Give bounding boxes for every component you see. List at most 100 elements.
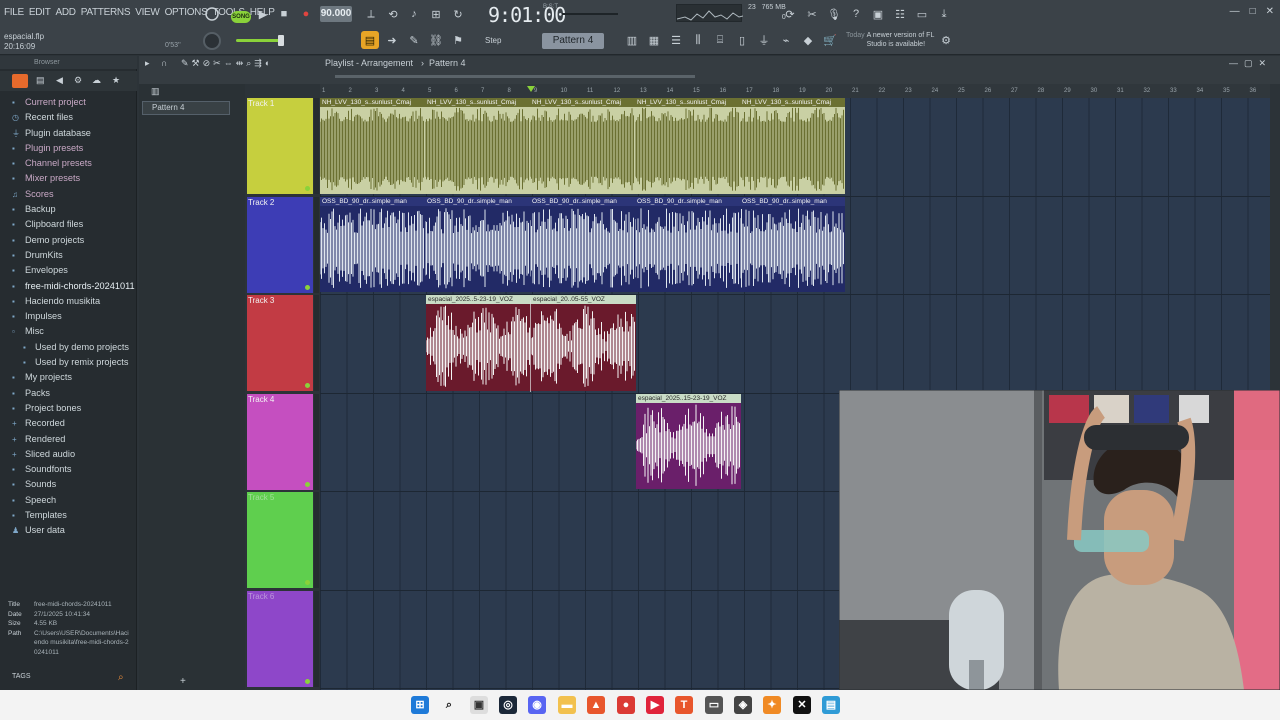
track-resize-strip[interactable]: [314, 492, 319, 588]
track-resize-strip[interactable]: [314, 98, 319, 194]
pattern-song-icon[interactable]: ▤: [361, 31, 379, 49]
browser-item[interactable]: ♟ User data: [0, 523, 137, 538]
browser-item[interactable]: ▪ Clipboard files: [0, 217, 137, 232]
discord-icon[interactable]: ◉: [528, 696, 546, 714]
pattern-selector[interactable]: Pattern 4: [542, 33, 604, 49]
timeline-ruler[interactable]: 1 2 3 4 5 6 7 8 9 10 11 12 13 14 15 16 17 18 19 20 21 22 23 24 2…: [320, 84, 1270, 98]
browser-item[interactable]: ▪ Envelopes: [0, 263, 137, 278]
track-header[interactable]: Track 6: [247, 590, 313, 687]
browser-item[interactable]: ▪ Speech: [0, 493, 137, 508]
pattern-item[interactable]: Pattern 4: [142, 101, 230, 115]
browser-item[interactable]: ▪ Backup: [0, 202, 137, 217]
countdown-icon[interactable]: ⟲: [384, 5, 402, 23]
track-header[interactable]: Track 3: [247, 295, 313, 391]
browser-view-icon[interactable]: ⌸: [711, 31, 729, 49]
capcut-icon[interactable]: ✕: [793, 696, 811, 714]
audio-clip[interactable]: OSS_BD_90_dr..simple_man: [635, 196, 740, 292]
playlist-icon[interactable]: ▥: [623, 31, 641, 49]
browser-item[interactable]: ▪ Sounds: [0, 477, 137, 492]
menu-view[interactable]: VIEW: [135, 7, 160, 18]
audio-clip[interactable]: espacial_2025..15-23-19_VOZ: [636, 393, 741, 489]
browser-item[interactable]: ♫ Scores: [0, 187, 137, 202]
magnet-icon[interactable]: ∩: [161, 56, 167, 70]
refresh-icon[interactable]: ⟳: [781, 5, 799, 23]
blend-notes-icon[interactable]: ⊞: [427, 5, 445, 23]
tags-label[interactable]: TAGS: [12, 673, 31, 680]
track-mute-led[interactable]: [305, 284, 310, 290]
horizontal-scrollbar[interactable]: [335, 75, 695, 78]
audio-clip[interactable]: OSS_BD_90_dr..simple_man: [425, 196, 530, 292]
steam-icon[interactable]: ◎: [499, 696, 517, 714]
tempo-display[interactable]: 90.000: [320, 6, 352, 22]
plug-icon[interactable]: ⏚: [755, 31, 773, 49]
master-pitch-knob[interactable]: [203, 32, 221, 50]
brush-icon[interactable]: ⌁: [777, 31, 795, 49]
browser-item[interactable]: ▪ Project bones: [0, 401, 137, 416]
playlist-window-controls[interactable]: —▢✕: [1229, 56, 1272, 70]
browser-item[interactable]: ▪ Haciendo musikita: [0, 294, 137, 309]
link-icon[interactable]: ⛓: [427, 31, 445, 49]
track-mute-led[interactable]: [305, 186, 310, 191]
track-header[interactable]: Track 5: [247, 492, 313, 588]
maximize-icon[interactable]: □: [1250, 6, 1256, 17]
file-explorer-icon[interactable]: ▬: [558, 696, 576, 714]
browser-item[interactable]: ▪ Demo projects: [0, 233, 137, 248]
browser-item[interactable]: ▪ My projects: [0, 370, 137, 385]
app-red-icon[interactable]: ▶: [646, 696, 664, 714]
pattern-list-icon[interactable]: ▥: [151, 86, 160, 97]
master-volume-handle[interactable]: [278, 35, 284, 46]
track-mute-led[interactable]: [305, 678, 310, 684]
loop-record-icon[interactable]: ↻: [449, 5, 467, 23]
track-resize-strip[interactable]: [314, 196, 319, 293]
menu-options[interactable]: OPTIONS: [165, 7, 208, 18]
plugin-db-icon[interactable]: ▯: [733, 31, 751, 49]
task-view-icon[interactable]: ▣: [470, 696, 488, 714]
add-track-icon[interactable]: +: [180, 676, 186, 687]
browser-item[interactable]: ▪ Plugin presets: [0, 141, 137, 156]
menu-patterns[interactable]: PATTERNS: [81, 7, 131, 18]
browser-files-icon[interactable]: ▤: [36, 75, 45, 86]
browser-star-icon[interactable]: ★: [112, 75, 120, 86]
browser-item[interactable]: ▪ Impulses: [0, 309, 137, 324]
record-button[interactable]: ●: [297, 5, 315, 23]
app-settings-icon[interactable]: ◈: [734, 696, 752, 714]
browser-item[interactable]: ▪ Soundfonts: [0, 462, 137, 477]
audio-clip[interactable]: NH_LVV_130_s..sunlust_Cmaj: [320, 98, 425, 194]
browser-item[interactable]: + Sliced audio: [0, 447, 137, 462]
audio-clip[interactable]: OSS_BD_90_dr..simple_man: [530, 196, 635, 292]
audio-clip[interactable]: espacial_20..05-55_VOZ: [531, 295, 636, 391]
track-resize-strip[interactable]: [314, 590, 319, 687]
download-icon[interactable]: ⤓: [935, 5, 953, 23]
fl-studio-icon[interactable]: ✦: [763, 696, 781, 714]
cart-icon[interactable]: 🛒: [821, 31, 839, 49]
menu-edit[interactable]: EDIT: [29, 7, 51, 18]
save-icon[interactable]: ▣: [869, 5, 887, 23]
browser-item[interactable]: + Rendered: [0, 432, 137, 447]
track-mute-led[interactable]: [305, 580, 310, 585]
track-header[interactable]: Track 2: [247, 196, 313, 293]
mixer-view-icon[interactable]: ⫼: [689, 31, 707, 49]
pencil-icon[interactable]: ✎: [405, 31, 423, 49]
browser-item[interactable]: ▪ Templates: [0, 508, 137, 523]
track-resize-strip[interactable]: [314, 295, 319, 391]
stamp-icon[interactable]: ⚑: [449, 31, 467, 49]
typing-keyboard-icon[interactable]: ⟂: [362, 5, 380, 23]
browser-item[interactable]: ▫ Misc: [0, 324, 137, 339]
menu-add[interactable]: ADD: [56, 7, 77, 18]
browser-back-icon[interactable]: ◀: [56, 75, 63, 86]
mouse-icon[interactable]: ◆: [799, 31, 817, 49]
minimize-icon[interactable]: —: [1230, 6, 1240, 17]
audio-clip[interactable]: OSS_BD_90_dr..simple_man: [740, 196, 845, 292]
browser-cloud-icon[interactable]: ☁: [92, 75, 101, 86]
help-icon[interactable]: ?: [847, 5, 865, 23]
track-header[interactable]: Track 1: [247, 98, 313, 194]
browser-item[interactable]: ▪ Mixer presets: [0, 171, 137, 186]
play-button[interactable]: ▶: [254, 5, 272, 23]
snap-selector[interactable]: Step: [485, 36, 501, 45]
brave-icon[interactable]: ▲: [587, 696, 605, 714]
audio-clip[interactable]: NH_LVV_130_s..sunlust_Cmaj: [530, 98, 635, 194]
browser-item[interactable]: ▪ free-midi-chords-20241011: [0, 279, 137, 294]
windows-start-icon[interactable]: ⊞: [411, 696, 429, 714]
metronome-icon[interactable]: [203, 5, 221, 23]
audio-clip[interactable]: OSS_BD_90_dr..simple_man: [320, 196, 425, 292]
